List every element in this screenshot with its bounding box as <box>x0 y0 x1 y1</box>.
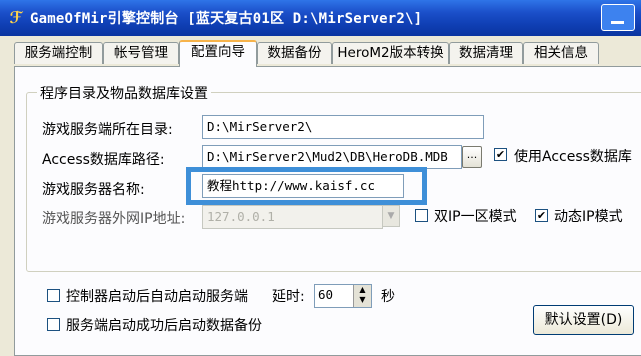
autostart-checkbox[interactable] <box>47 289 60 302</box>
dual-ip-label: 双IP一区模式 <box>434 209 517 225</box>
chevron-down-icon[interactable]: ▼ <box>382 205 400 227</box>
tab-related-info[interactable]: 相关信息 <box>523 42 599 64</box>
dual-ip-checkbox[interactable] <box>415 209 428 222</box>
tab-server-control[interactable]: 服务端控制 <box>14 42 103 64</box>
tab-data-backup[interactable]: 数据备份 <box>257 42 332 64</box>
title-bar[interactable]: ℱ GameOfMir引擎控制台 [蓝天复古01区 D:\MirServer2\… <box>0 0 641 36</box>
delay-unit: 秒 <box>381 289 395 305</box>
dynamic-ip-label: 动态IP模式 <box>554 209 623 225</box>
autostart-label: 控制器启动后自动启动服务端 <box>66 289 248 305</box>
delay-value: 60 <box>318 287 334 302</box>
tab-herom2-conversion[interactable]: HeroM2版本转换 <box>332 42 449 64</box>
window-title: GameOfMir引擎控制台 [蓝天复古01区 D:\MirServer2\] <box>30 11 423 27</box>
tab-account-management[interactable]: 帐号管理 <box>103 42 179 64</box>
backup-label: 服务端启动成功后启动数据备份 <box>66 318 262 334</box>
minimize-button[interactable] <box>601 4 635 31</box>
browse-button[interactable]: ... <box>462 146 482 168</box>
use-access-checkbox[interactable]: ✔ <box>494 148 507 161</box>
access-db-label: Access数据库路径: <box>42 152 165 168</box>
backup-checkbox[interactable] <box>47 318 60 331</box>
delay-stepper[interactable]: 60 ▲ ▼ <box>314 284 372 308</box>
use-access-label: 使用Access数据库 <box>514 149 632 165</box>
external-ip-label: 游戏服务器外网IP地址: <box>42 211 186 227</box>
app-icon: ℱ <box>9 8 23 27</box>
tab-data-cleanup[interactable]: 数据清理 <box>449 42 523 64</box>
stepper-arrows-icon[interactable]: ▲ ▼ <box>353 285 371 307</box>
external-ip-input[interactable]: 127.0.0.1 <box>202 205 383 229</box>
tab-config-wizard[interactable]: 配置向导 <box>179 40 257 67</box>
highlight-box <box>186 167 427 205</box>
access-db-input[interactable]: D:\MirServer2\Mud2\DB\HeroDB.MDB <box>202 145 462 169</box>
group-title: 程序目录及物品数据库设置 <box>37 83 211 103</box>
server-dir-label: 游戏服务端所在目录: <box>42 122 173 138</box>
default-settings-button[interactable]: 默认设置(D) <box>533 305 634 335</box>
dynamic-ip-checkbox[interactable]: ✔ <box>535 209 548 222</box>
server-dir-input[interactable]: D:\MirServer2\ <box>202 115 484 139</box>
delay-label: 延时: <box>272 289 305 305</box>
server-name-label: 游戏服务器名称: <box>42 182 145 198</box>
